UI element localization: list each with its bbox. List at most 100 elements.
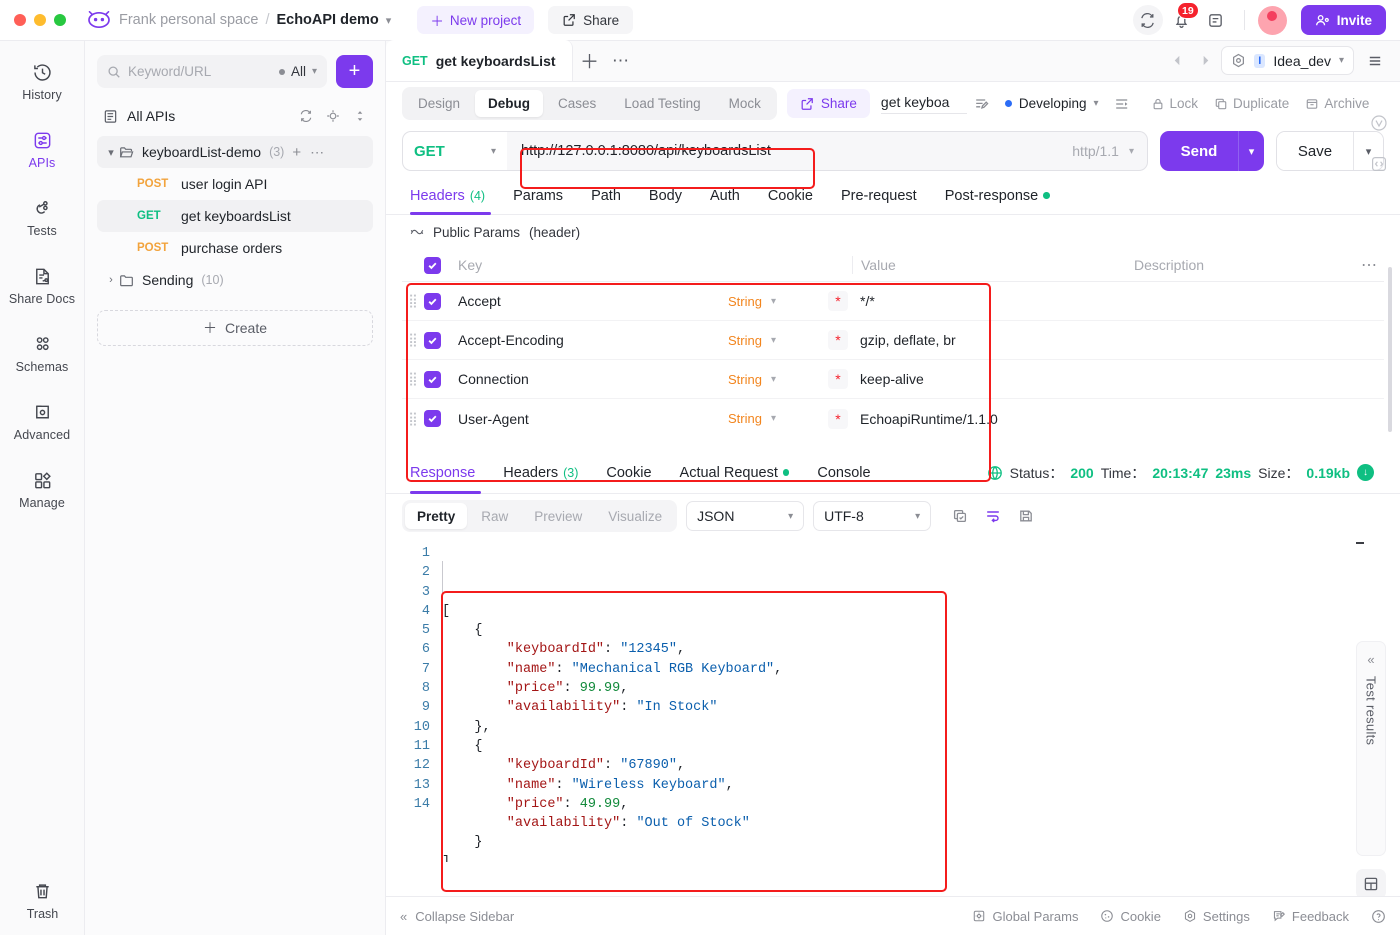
- protocol-dropdown[interactable]: http/1.1 ▾: [1072, 131, 1134, 171]
- collapse-sidebar-button[interactable]: « Collapse Sidebar: [400, 909, 514, 924]
- breadcrumb-workspace[interactable]: Frank personal space: [119, 12, 258, 28]
- request-tab-params[interactable]: Params: [499, 177, 577, 215]
- tab-cases[interactable]: Cases: [545, 90, 609, 117]
- api-item-get-keyboardslist[interactable]: GET get keyboardsList: [97, 200, 373, 232]
- rail-item-schemas[interactable]: Schemas: [7, 327, 77, 379]
- environment-menu-icon[interactable]: [1362, 48, 1388, 74]
- send-button[interactable]: Send: [1160, 131, 1238, 171]
- headers-scrollbar[interactable]: [1388, 267, 1392, 432]
- drag-handle-icon[interactable]: ⣿: [402, 332, 424, 348]
- table-row[interactable]: ⣿ Connection String ▾ * keep-alive: [402, 360, 1384, 399]
- edit-description-icon[interactable]: [969, 91, 995, 117]
- settings-button[interactable]: Settings: [1183, 909, 1250, 924]
- wrap-lines-icon[interactable]: [981, 504, 1005, 528]
- header-key[interactable]: Accept-Encoding: [458, 332, 728, 348]
- table-more-icon[interactable]: ⋯: [1354, 255, 1384, 275]
- header-type-dropdown[interactable]: String ▾: [728, 372, 824, 387]
- tab-debug[interactable]: Debug: [475, 90, 544, 117]
- share-button[interactable]: Share: [548, 6, 634, 34]
- chevron-right-icon[interactable]: ›: [103, 274, 119, 286]
- cookie-button[interactable]: Cookie: [1100, 909, 1161, 924]
- feedback-button[interactable]: Feedback: [1272, 909, 1349, 924]
- tab-design[interactable]: Design: [405, 90, 473, 117]
- add-api-button[interactable]: +: [336, 55, 373, 88]
- encoding-dropdown[interactable]: UTF-8 ▾: [813, 501, 932, 531]
- response-tab-headers[interactable]: Headers (3): [489, 452, 592, 494]
- save-response-icon[interactable]: [1014, 504, 1038, 528]
- format-dropdown[interactable]: JSON ▾: [686, 501, 805, 531]
- row-checkbox[interactable]: [424, 331, 458, 349]
- request-tab-path[interactable]: Path: [577, 177, 635, 215]
- header-type-dropdown[interactable]: String ▾: [728, 411, 824, 426]
- folder-more-icon[interactable]: ⋯: [310, 144, 324, 161]
- folder-sending[interactable]: › Sending (10): [97, 264, 373, 296]
- nav-forward-icon[interactable]: [1193, 49, 1217, 73]
- table-row[interactable]: ⣿ Accept-Encoding String ▾ * gzip, defla…: [402, 321, 1384, 360]
- duplicate-action[interactable]: Duplicate: [1214, 96, 1289, 111]
- rail-item-manage[interactable]: Manage: [7, 463, 77, 515]
- request-tab-body[interactable]: Body: [635, 177, 696, 215]
- request-tab-headers[interactable]: Headers (4): [402, 177, 499, 215]
- send-options-icon[interactable]: ▾: [1238, 131, 1264, 171]
- drag-handle-icon[interactable]: ⣿: [402, 371, 424, 387]
- chevron-down-icon[interactable]: ▾: [386, 14, 392, 27]
- request-tab-auth[interactable]: Auth: [696, 177, 754, 215]
- environment-selector[interactable]: I Idea_dev ▾: [1221, 46, 1354, 75]
- header-key[interactable]: Connection: [458, 371, 728, 387]
- code-lines[interactable]: [ { "keyboardId": "12345", "name": "Mech…: [430, 538, 1384, 862]
- folder-keyboardlist-demo[interactable]: ▾ keyboardList-demo (3) + ⋯: [97, 136, 373, 168]
- tab-more-icon[interactable]: ⋯: [607, 40, 635, 81]
- layout-toggle-button[interactable]: [1356, 869, 1386, 899]
- sync-icon[interactable]: [1132, 5, 1163, 35]
- rail-item-history[interactable]: History: [7, 55, 77, 107]
- breadcrumb-project[interactable]: EchoAPI demo: [276, 12, 378, 28]
- docs-icon[interactable]: [1201, 5, 1231, 35]
- search-filter-dropdown[interactable]: All ▾: [278, 64, 317, 79]
- create-button[interactable]: ＋ Create: [97, 310, 373, 346]
- indent-icon[interactable]: [1109, 91, 1135, 117]
- api-name-input[interactable]: get keyboa: [880, 94, 967, 114]
- new-project-button[interactable]: ＋ New project: [417, 6, 535, 34]
- header-value[interactable]: */*: [852, 293, 1134, 309]
- rail-item-trash[interactable]: Trash: [0, 881, 85, 921]
- api-share-button[interactable]: Share: [786, 89, 870, 118]
- url-input[interactable]: http://127.0.0.1:8080/api/keyboardsList: [507, 131, 1148, 171]
- api-status-dropdown[interactable]: Developing ▾: [1004, 96, 1099, 111]
- header-value[interactable]: keep-alive: [852, 371, 1134, 387]
- row-checkbox[interactable]: [424, 370, 458, 388]
- maximize-window-button[interactable]: [54, 14, 66, 26]
- required-marker[interactable]: *: [824, 369, 852, 389]
- table-row[interactable]: ⣿ Accept String ▾ * */*: [402, 282, 1384, 321]
- tab-load-testing[interactable]: Load Testing: [611, 90, 713, 117]
- sort-icon[interactable]: [353, 109, 367, 123]
- rail-item-apis[interactable]: APIs: [7, 123, 77, 175]
- help-icon[interactable]: [1371, 909, 1386, 924]
- row-checkbox[interactable]: [424, 292, 458, 310]
- select-all-checkbox[interactable]: [424, 256, 458, 274]
- header-key[interactable]: Accept: [458, 293, 728, 309]
- download-response-icon[interactable]: ↓: [1357, 464, 1374, 481]
- row-checkbox[interactable]: [424, 410, 458, 427]
- close-window-button[interactable]: [14, 14, 26, 26]
- save-button[interactable]: Save: [1277, 132, 1353, 170]
- code-snippet-icon[interactable]: [1368, 153, 1390, 175]
- request-tab-pre-request[interactable]: Pre-request: [827, 177, 931, 215]
- lock-action[interactable]: Lock: [1151, 96, 1198, 111]
- new-tab-button[interactable]: ＋: [573, 40, 607, 81]
- response-tab-console[interactable]: Console: [803, 452, 884, 494]
- avatar[interactable]: [1257, 5, 1287, 35]
- refresh-icon[interactable]: [299, 109, 313, 123]
- rail-item-tests[interactable]: Tests: [7, 191, 77, 243]
- view-preview[interactable]: Preview: [522, 503, 594, 529]
- public-params-row[interactable]: Public Params (header): [386, 215, 1400, 249]
- folder-add-icon[interactable]: +: [292, 144, 301, 161]
- search-input[interactable]: Keyword/URL All ▾: [97, 55, 327, 88]
- locate-icon[interactable]: [326, 109, 340, 123]
- copy-icon[interactable]: [948, 504, 972, 528]
- all-apis-row[interactable]: All APIs: [97, 101, 373, 131]
- notifications-bell-icon[interactable]: 19: [1167, 2, 1199, 35]
- global-params-button[interactable]: Global Params: [972, 909, 1078, 924]
- validate-icon[interactable]: [1368, 112, 1390, 134]
- required-marker[interactable]: *: [824, 291, 852, 311]
- tab-mock[interactable]: Mock: [716, 90, 774, 117]
